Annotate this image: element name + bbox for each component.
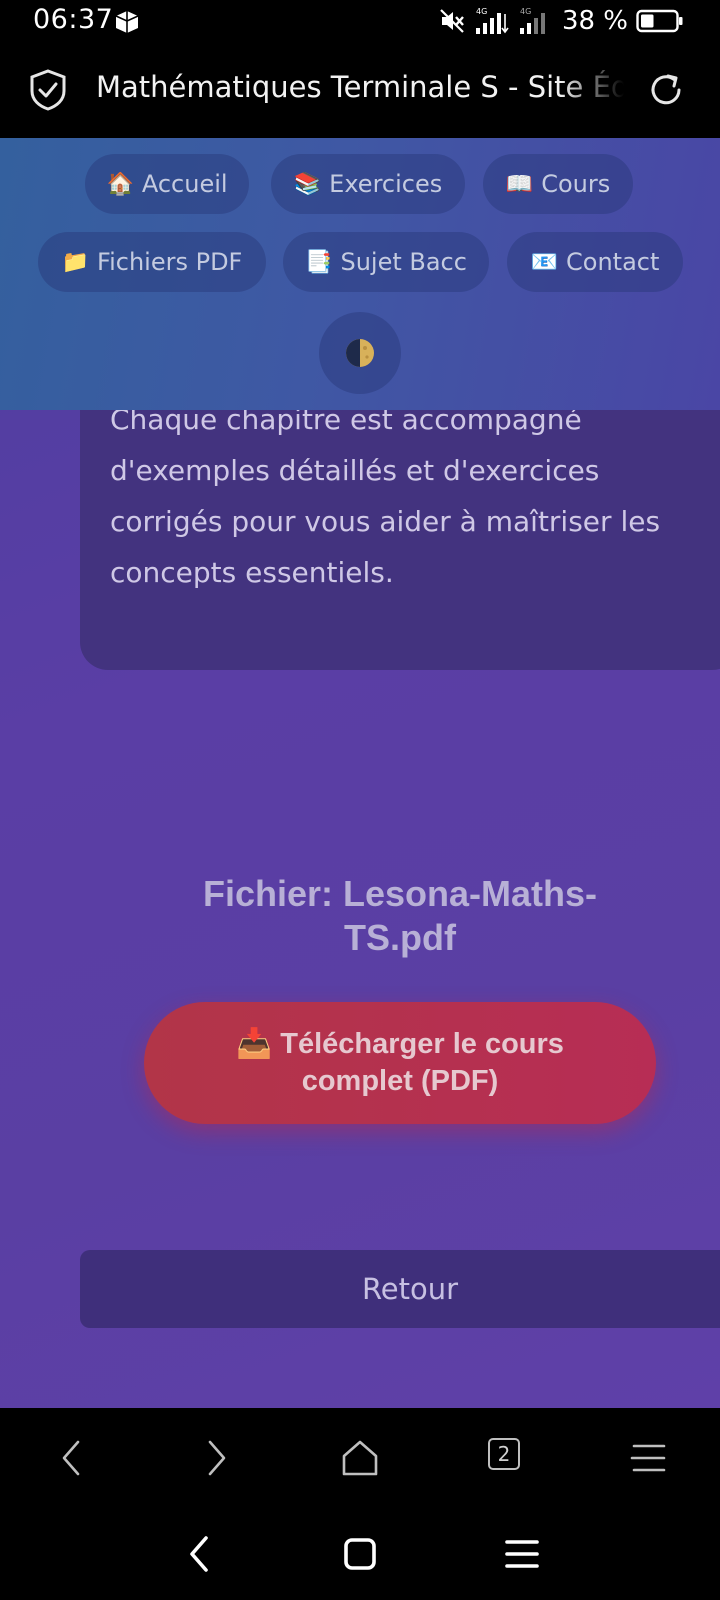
status-bar: 06:37 4G 4G 38 % — [0, 0, 720, 44]
phone-screen: 06:37 4G 4G 38 % Mathématiques Terminale… — [0, 0, 720, 1600]
battery-percent: 38 % — [561, 6, 628, 36]
menu-icon[interactable] — [626, 1436, 670, 1480]
network-type-label-1: 4G — [476, 7, 487, 16]
shield-check-icon[interactable] — [29, 69, 67, 111]
nav-item-label: Cours — [541, 170, 611, 198]
course-description-text: Chaque chapitre est accompagné d'exemple… — [110, 403, 661, 589]
mute-icon — [440, 9, 464, 33]
reload-icon[interactable] — [646, 70, 686, 110]
nav-item-label: Fichiers PDF — [97, 248, 243, 276]
theme-toggle-button[interactable] — [319, 312, 401, 394]
pdf-file-name: Fichier: Lesona-Maths-TS.pdf — [202, 873, 598, 958]
nav-item-sujet-bacc[interactable]: 📑 Sujet Bacc — [283, 232, 489, 292]
bookmark-tabs-icon: 📑 — [305, 249, 333, 275]
system-back-icon[interactable] — [180, 1534, 220, 1574]
email-icon: 📧 — [530, 249, 559, 275]
home-icon[interactable] — [338, 1436, 382, 1480]
browser-toolbar: 2 — [0, 1408, 720, 1508]
nav-item-label: Exercices — [329, 170, 443, 198]
system-navigation-bar — [0, 1508, 720, 1600]
nav-item-accueil[interactable]: 🏠 Accueil — [85, 154, 249, 214]
download-pdf-button[interactable]: 📥 Télécharger le cours complet (PDF) — [144, 1002, 656, 1124]
nav-item-label: Accueil — [141, 170, 228, 198]
open-book-icon: 📖 — [505, 171, 534, 197]
battery-icon — [636, 9, 683, 33]
folder-icon: 📁 — [61, 249, 90, 275]
nav-item-exercices[interactable]: 📚 Exercices — [271, 154, 465, 214]
page-title[interactable]: Mathématiques Terminale S - Site Éducati… — [96, 70, 624, 104]
system-home-icon[interactable] — [340, 1534, 380, 1574]
status-time: 06:37 — [33, 4, 114, 35]
inbox-tray-icon: 📥 — [236, 1028, 273, 1060]
books-icon: 📚 — [293, 171, 322, 197]
nav-item-label: Contact — [566, 248, 660, 276]
half-moon-icon — [346, 339, 374, 367]
web-page-viewport[interactable]: 🏠 Accueil 📚 Exercices 📖 Cours 📁 Fichiers… — [0, 138, 720, 1408]
home-icon: 🏠 — [106, 171, 134, 197]
network-type-label-2: 4G — [520, 7, 531, 16]
system-recents-icon[interactable] — [502, 1534, 542, 1574]
signal-icon: 4G — [475, 7, 509, 34]
back-arrow-icon[interactable] — [50, 1436, 94, 1480]
nav-item-label: Sujet Bacc — [340, 248, 467, 276]
download-pdf-label: Télécharger le cours complet (PDF) — [280, 1028, 564, 1097]
tabs-icon[interactable]: 2 — [488, 1438, 520, 1470]
site-navigation: 🏠 Accueil 📚 Exercices 📖 Cours 📁 Fichiers… — [0, 138, 720, 410]
signal-icon-2: 4G — [519, 7, 545, 34]
app-notification-icon — [115, 11, 139, 33]
forward-arrow-icon[interactable] — [194, 1436, 238, 1480]
status-right-group: 4G 4G 38 % — [438, 6, 684, 36]
nav-item-contact[interactable]: 📧 Contact — [507, 232, 683, 292]
back-button[interactable]: Retour — [80, 1250, 720, 1328]
nav-item-cours[interactable]: 📖 Cours — [483, 154, 633, 214]
browser-address-bar: Mathématiques Terminale S - Site Éducati… — [0, 44, 720, 138]
nav-item-fichiers-pdf[interactable]: 📁 Fichiers PDF — [38, 232, 266, 292]
